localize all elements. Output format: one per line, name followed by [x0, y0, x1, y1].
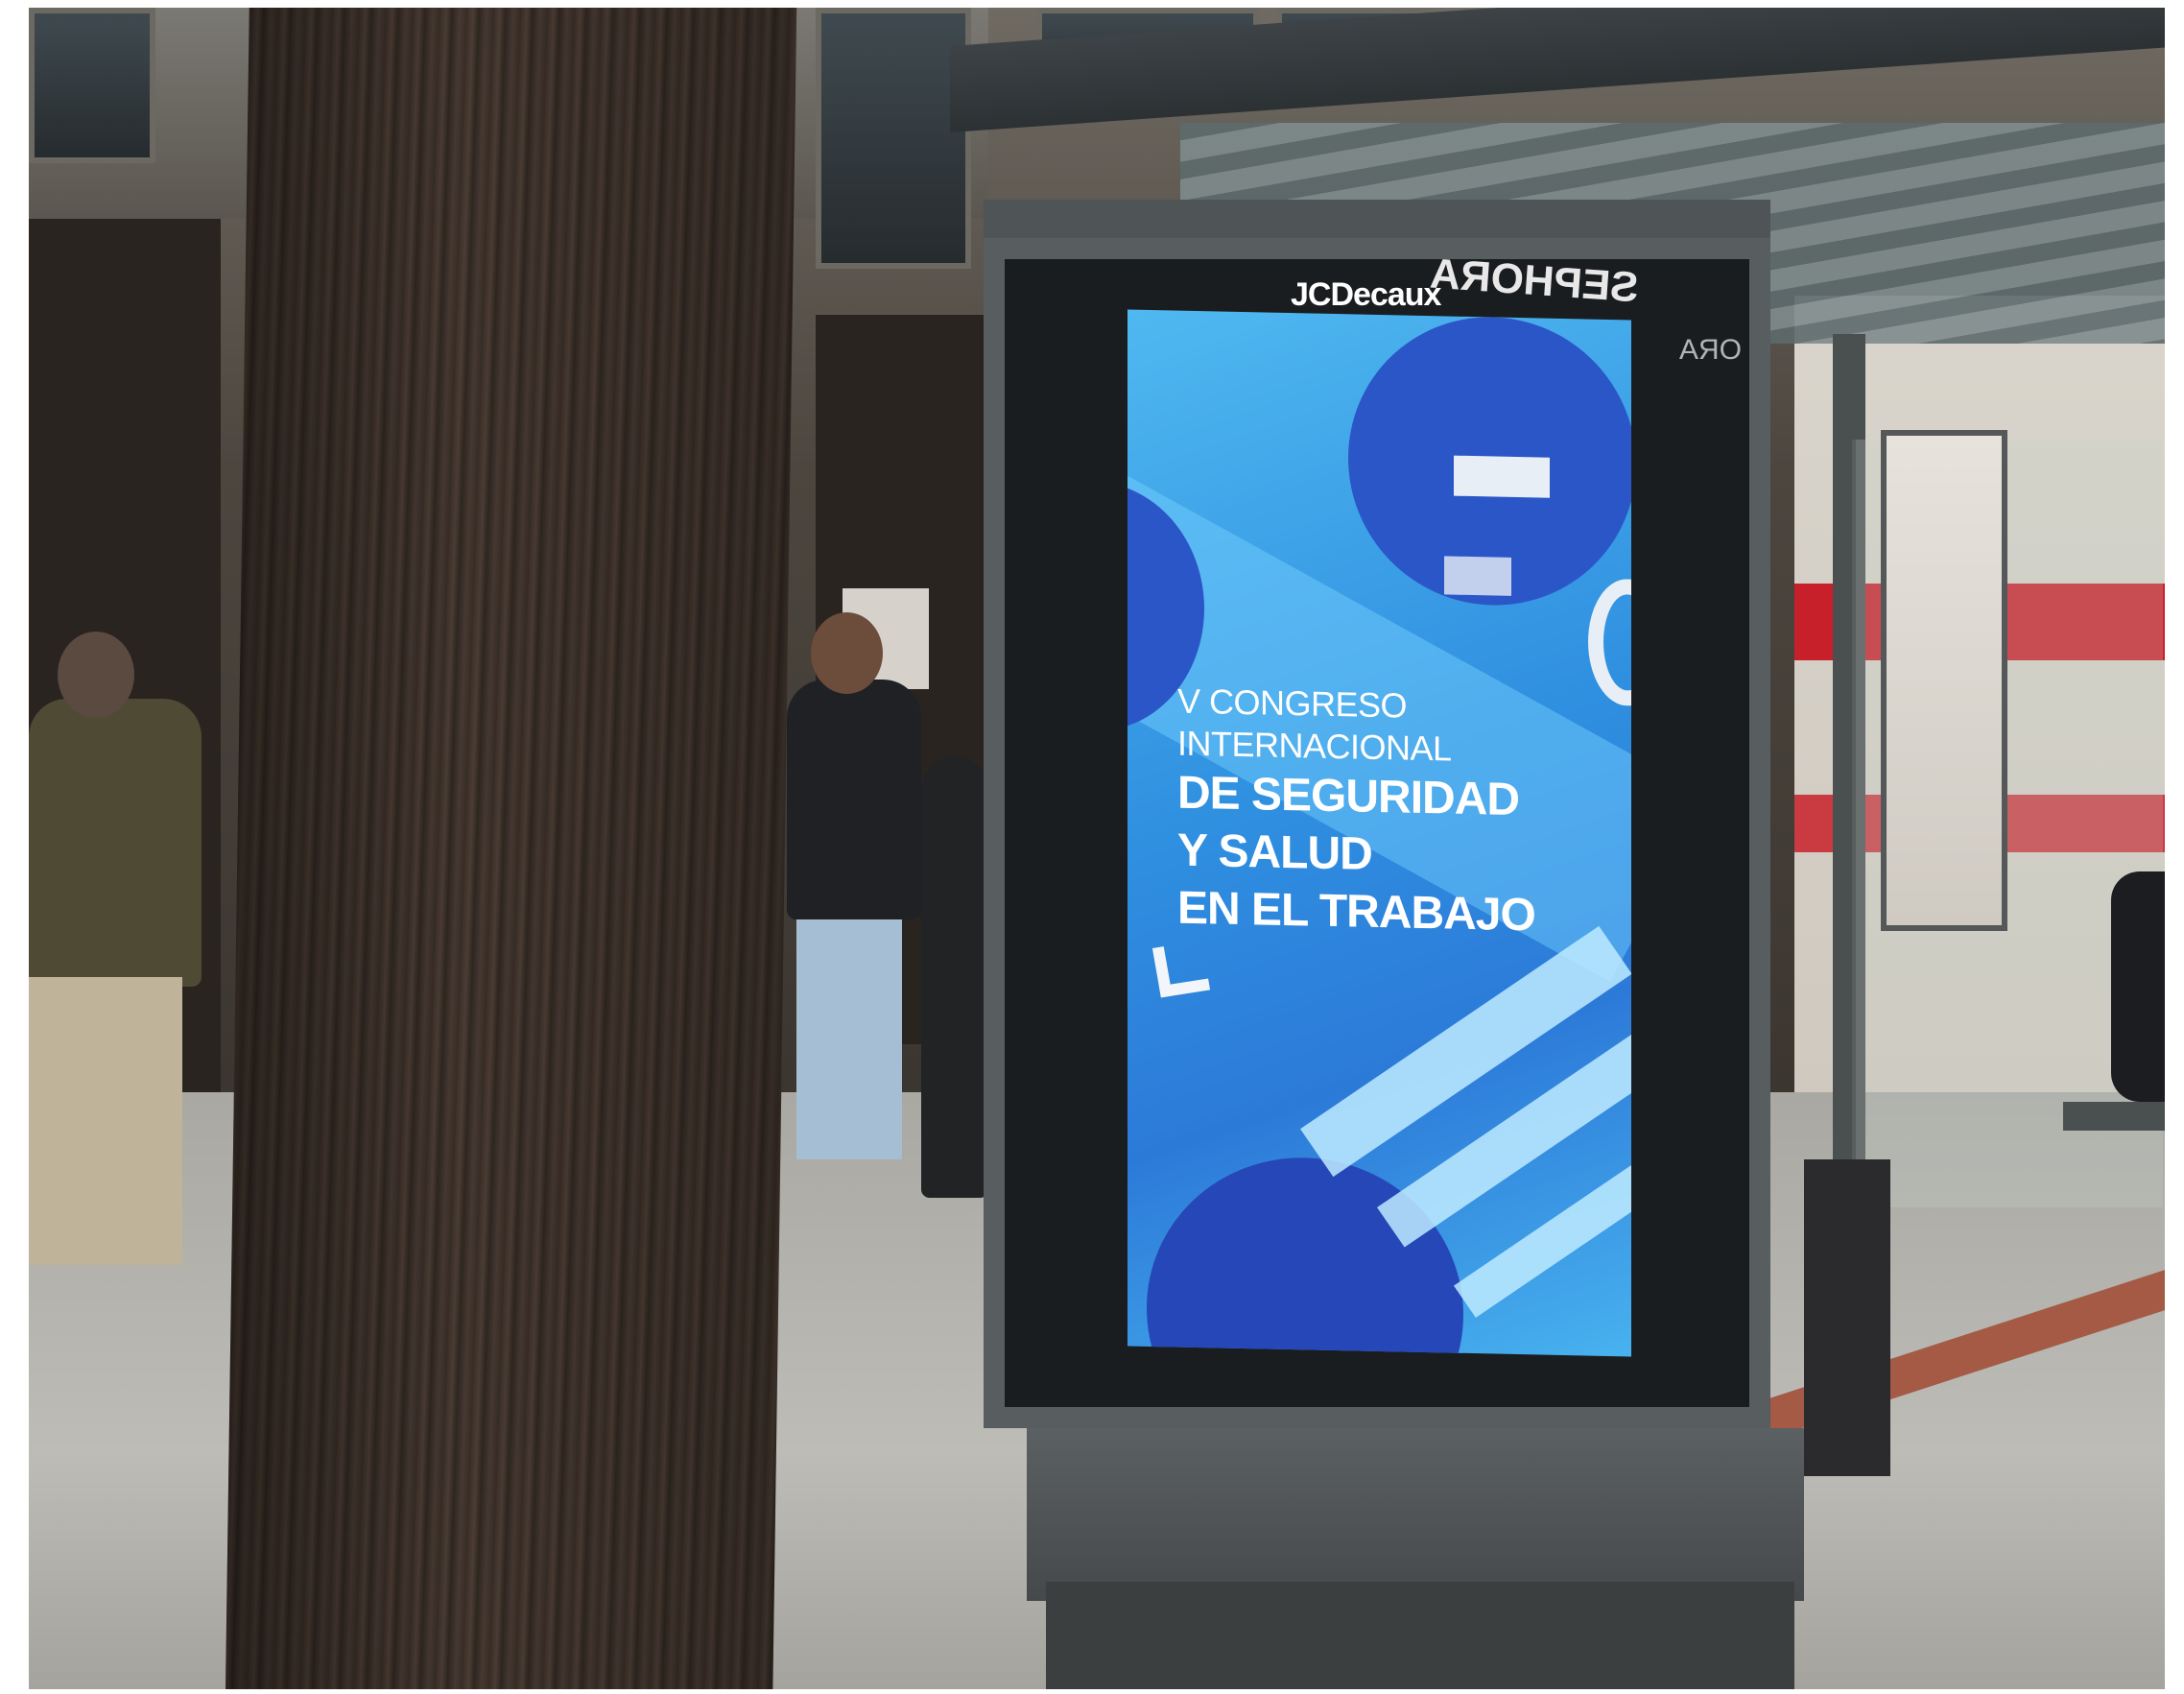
building-window	[816, 8, 971, 269]
shelter-map-panel	[1881, 430, 2007, 931]
kiosk-foot	[1046, 1582, 1794, 1689]
building-window	[29, 8, 155, 163]
person-background	[921, 756, 988, 1198]
shelter-bench	[2063, 1102, 2165, 1131]
street-photo: JCDecaux SEPHORA ORA V CONGRESO INTERNAC…	[29, 8, 2165, 1689]
reflected-store-sign-small: ORA	[1679, 334, 1743, 366]
ad-ring-shape	[1588, 578, 1631, 707]
jcdecaux-logo: JCDecaux	[1291, 276, 1441, 313]
person-walking-black-jacket	[787, 680, 921, 919]
ad-white-bar	[1444, 556, 1511, 596]
kiosk-base	[1027, 1428, 1804, 1601]
ad-white-bar	[1454, 455, 1550, 498]
ad-chevron-shape	[1151, 940, 1211, 998]
seated-person	[2111, 871, 2165, 1102]
digital-ad-screen: V CONGRESO INTERNACIONAL DE SEGURIDAD Y …	[1128, 309, 1631, 1357]
seated-person-legs	[1804, 1159, 1890, 1476]
person-jeans	[796, 919, 902, 1159]
ad-line-5: EN EL TRABAJO	[1177, 882, 1535, 942]
ad-line-4: Y SALUD	[1177, 824, 1372, 880]
person-trousers	[29, 977, 182, 1265]
tree-trunk-shading	[226, 8, 797, 1689]
ad-line-3: DE SEGURIDAD	[1177, 767, 1520, 826]
ad-stripe	[1300, 925, 1631, 1178]
person-head	[58, 632, 134, 718]
person-walking-jacket	[29, 699, 202, 987]
person-head	[811, 612, 883, 694]
ad-headline: V CONGRESO INTERNACIONAL DE SEGURIDAD Y …	[1177, 680, 1619, 947]
